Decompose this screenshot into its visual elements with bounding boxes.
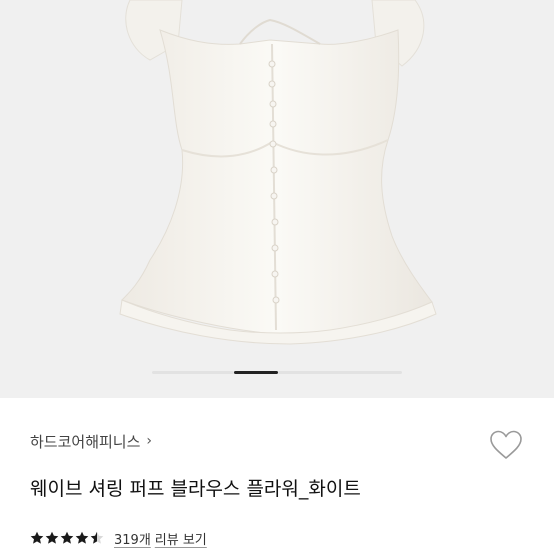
brand-link[interactable]: 하드코어해피니스 › bbox=[30, 430, 152, 452]
carousel-indicator[interactable] bbox=[0, 371, 554, 375]
wishlist-button[interactable] bbox=[486, 427, 526, 463]
product-image[interactable] bbox=[0, 0, 554, 398]
carousel-track-left bbox=[152, 371, 234, 374]
review-count: 319개 bbox=[114, 532, 151, 548]
star-icon bbox=[90, 531, 104, 544]
rating-row: 319개 리뷰 보기 bbox=[30, 527, 207, 549]
review-link-label: 리뷰 보기 bbox=[154, 532, 207, 548]
product-title: 웨이브 셔링 퍼프 블라우스 플라워_화이트 bbox=[30, 478, 361, 500]
carousel-active-indicator bbox=[234, 371, 278, 374]
carousel-track-right bbox=[278, 371, 402, 374]
star-icon bbox=[60, 531, 74, 544]
star-icon bbox=[45, 531, 59, 544]
star-rating bbox=[30, 531, 104, 545]
chevron-right-icon: › bbox=[146, 433, 153, 449]
review-link[interactable]: 319개 리뷰 보기 bbox=[114, 529, 207, 548]
heart-outline-icon bbox=[490, 430, 522, 459]
brand-name: 하드코어해피니스 bbox=[30, 432, 141, 451]
blouse-image-icon bbox=[119, 0, 437, 345]
star-icon bbox=[75, 531, 89, 544]
star-icon bbox=[30, 531, 44, 544]
